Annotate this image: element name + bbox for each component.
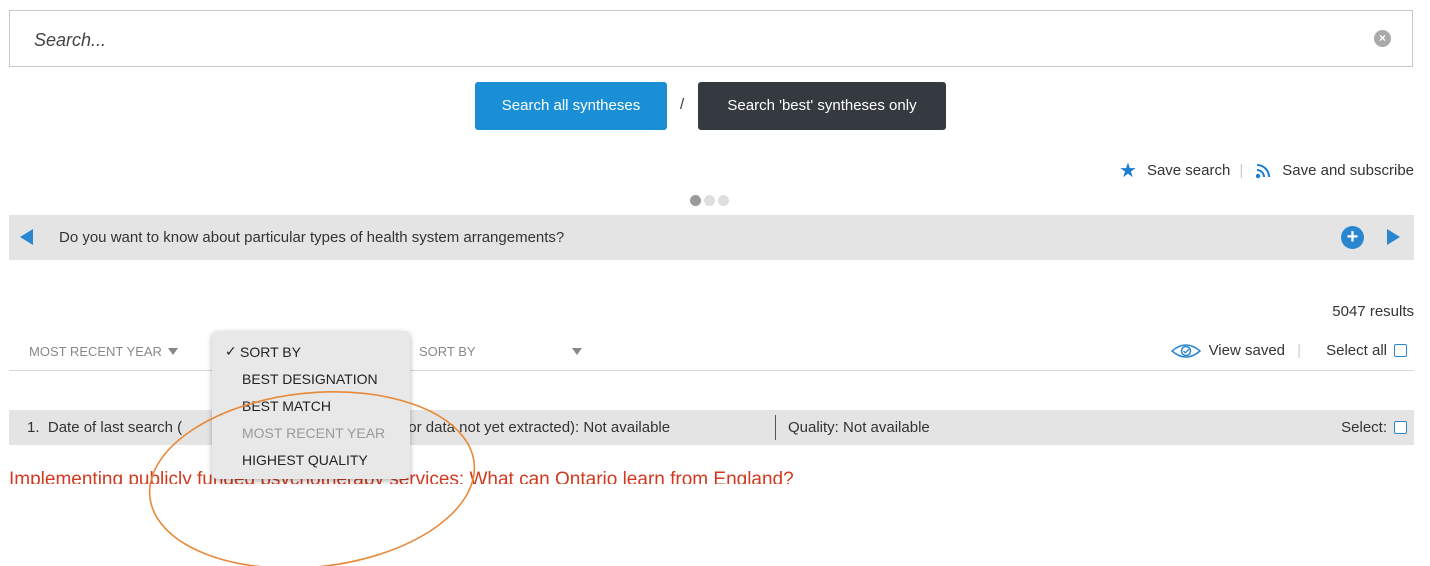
question-text: Do you want to know about particular typ… <box>59 229 565 246</box>
sort-by-label: SORT BY <box>419 344 476 359</box>
check-icon: ✓ <box>225 343 237 359</box>
carousel-dot-active[interactable] <box>690 195 701 206</box>
save-search-link[interactable]: Save search <box>1147 162 1230 179</box>
select-all-label: Select all <box>1326 342 1387 359</box>
save-separator: | <box>1239 162 1244 179</box>
previous-arrow-icon[interactable] <box>20 229 33 245</box>
select-all-control[interactable]: Select all <box>1326 342 1407 359</box>
sort-by-dropdown[interactable]: SORT BY <box>419 344 582 359</box>
carousel-dot[interactable] <box>718 195 729 206</box>
row-select-control[interactable]: Select: <box>1341 419 1407 436</box>
star-icon[interactable]: ★ <box>1119 158 1137 183</box>
select-all-checkbox[interactable] <box>1394 344 1407 357</box>
row-number: 1. <box>27 419 40 436</box>
chevron-down-icon <box>167 348 178 355</box>
row-select-label: Select: <box>1341 419 1387 436</box>
menu-item-most-recent-year: MOST RECENT YEAR <box>242 425 386 441</box>
view-saved-label: View saved <box>1208 342 1285 359</box>
quality-text: Quality: Not available <box>788 419 930 436</box>
rss-icon[interactable] <box>1252 159 1275 182</box>
row-date-end: hesis or data not yet extracted): Not av… <box>369 419 671 436</box>
carousel-dots <box>690 195 729 206</box>
menu-item-best-match[interactable]: BEST MATCH <box>242 398 331 414</box>
search-box: × <box>9 10 1413 67</box>
year-filter-dropdown[interactable]: MOST RECENT YEAR <box>29 344 178 359</box>
search-input[interactable] <box>32 25 1336 55</box>
eye-icon <box>1170 343 1201 358</box>
menu-item-highest-quality[interactable]: HIGHEST QUALITY <box>242 452 368 468</box>
next-arrow-icon[interactable] <box>1387 229 1400 245</box>
row-date-start: Date of last search ( <box>47 419 183 436</box>
results-count: 5047 results <box>1332 303 1414 320</box>
carousel-dot[interactable] <box>704 195 715 206</box>
chevron-down-icon <box>571 348 582 355</box>
view-saved-link[interactable]: View saved <box>1170 342 1285 359</box>
filter-separator: | <box>1297 342 1301 359</box>
search-best-syntheses-button[interactable]: Search 'best' syntheses only <box>698 82 946 130</box>
button-separator: / <box>680 96 685 113</box>
row-select-checkbox[interactable] <box>1394 421 1407 434</box>
row-divider <box>775 415 776 440</box>
clear-circle-icon[interactable]: × <box>1374 30 1391 47</box>
sort-dropdown-menu: ✓ SORT BY BEST DESIGNATION BEST MATCH MO… <box>212 331 410 479</box>
question-bar: Do you want to know about particular typ… <box>9 215 1414 260</box>
save-and-subscribe-link[interactable]: Save and subscribe <box>1282 162 1414 179</box>
menu-item-sort-by[interactable]: SORT BY <box>240 344 301 360</box>
save-actions: ★ Save search | Save and subscribe <box>1119 158 1414 183</box>
add-circle-icon[interactable]: + <box>1341 226 1364 249</box>
year-filter-label: MOST RECENT YEAR <box>29 344 162 359</box>
search-all-syntheses-button[interactable]: Search all syntheses <box>475 82 667 130</box>
menu-item-best-designation[interactable]: BEST DESIGNATION <box>242 371 378 387</box>
